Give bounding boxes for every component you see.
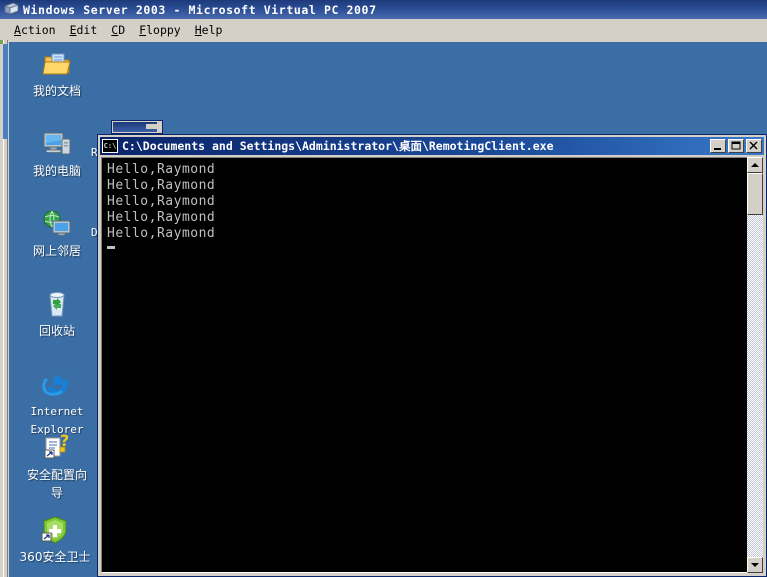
console-window[interactable]: C:\ C:\Documents and Settings\Administra… xyxy=(97,134,767,577)
scrollbar-track[interactable] xyxy=(747,173,763,557)
scroll-down-arrow-icon xyxy=(751,563,759,567)
virtual-pc-window: Windows Server 2003 - Microsoft Virtual … xyxy=(0,0,767,577)
menu-floppy-rest: loppy xyxy=(146,22,181,37)
menu-item-cd[interactable]: CD xyxy=(105,21,133,39)
console-output-area[interactable]: Hello,Raymond Hello,Raymond Hello,Raymon… xyxy=(101,157,749,573)
menu-help-first-letter: H xyxy=(194,22,202,37)
security-wizard-icon: ? xyxy=(41,431,73,464)
maximize-button[interactable] xyxy=(728,139,744,153)
menu-item-help[interactable]: Help xyxy=(189,21,231,39)
computer-icon xyxy=(41,128,73,160)
desktop-icon-label: 网上邻居 xyxy=(32,244,81,258)
internet-explorer-icon xyxy=(41,368,73,400)
console-output-text: Hello,Raymond Hello,Raymond Hello,Raymon… xyxy=(107,162,216,241)
desktop-icon-label: 回收站 xyxy=(38,324,75,338)
close-button[interactable] xyxy=(746,139,762,153)
console-app-icon: C:\ xyxy=(102,139,118,153)
vpc-title-text: Windows Server 2003 - Microsoft Virtual … xyxy=(23,2,377,17)
vm-desktop[interactable]: 我的文档 我的电脑 网上邻居 回收站 Internet Explorer ? 安… xyxy=(9,42,767,577)
desktop-icon-my-computer[interactable]: 我的电脑 xyxy=(19,128,95,180)
desktop-icon-security-config-wizard[interactable]: ? 安全配置向 导 xyxy=(19,431,95,502)
desktop-icon-label: 我的电脑 xyxy=(32,164,81,178)
scroll-up-button[interactable] xyxy=(747,157,763,173)
vpc-menu-bar: Action Edit CD Floppy Help xyxy=(0,19,767,40)
minimize-button[interactable] xyxy=(710,139,726,153)
menu-help-rest: elp xyxy=(201,22,223,37)
background-window-buttons[interactable] xyxy=(146,124,160,129)
menu-action-first-letter: A xyxy=(14,22,21,37)
console-title-bar[interactable]: C:\ C:\Documents and Settings\Administra… xyxy=(100,137,764,155)
desktop-icon-label: 我的文档 xyxy=(32,84,81,98)
network-globe-icon xyxy=(41,208,73,240)
desktop-icon-my-documents[interactable]: 我的文档 xyxy=(19,48,95,100)
menu-cd-rest: D xyxy=(118,22,126,37)
scroll-up-arrow-icon xyxy=(751,163,759,167)
desktop-icon-network-places[interactable]: 网上邻居 xyxy=(19,208,95,260)
desktop-icon-internet-explorer[interactable]: Internet Explorer xyxy=(19,368,95,438)
console-cursor xyxy=(107,246,115,249)
menu-item-action[interactable]: Action xyxy=(8,21,64,39)
menu-action-rest: ction xyxy=(20,22,56,37)
desktop-icon-label: 360安全卫士 xyxy=(19,550,91,564)
background-window-stub[interactable] xyxy=(111,120,163,134)
shield-360-icon xyxy=(39,514,71,546)
recycle-bin-icon xyxy=(41,288,73,320)
virtual-pc-icon xyxy=(3,2,19,17)
console-title-text: C:\Documents and Settings\Administrator\… xyxy=(122,139,554,153)
console-vertical-scrollbar[interactable] xyxy=(747,157,763,573)
desktop-icon-recycle-bin[interactable]: 回收站 xyxy=(19,288,95,340)
folder-documents-icon xyxy=(41,48,73,80)
menu-item-floppy[interactable]: Floppy xyxy=(133,21,189,39)
desktop-icon-label: 安全配置向 导 xyxy=(26,468,87,500)
vpc-title-bar[interactable]: Windows Server 2003 - Microsoft Virtual … xyxy=(0,0,767,19)
menu-edit-first-letter: E xyxy=(69,22,77,37)
scroll-down-button[interactable] xyxy=(747,557,763,573)
vm-vertical-scrollbar-thumb[interactable] xyxy=(3,44,8,139)
menu-item-edit[interactable]: Edit xyxy=(64,21,106,39)
menu-edit-rest: dit xyxy=(76,22,98,37)
desktop-icon-360-safeguard[interactable]: 360安全卫士 xyxy=(17,514,93,566)
scrollbar-thumb[interactable] xyxy=(747,173,763,215)
